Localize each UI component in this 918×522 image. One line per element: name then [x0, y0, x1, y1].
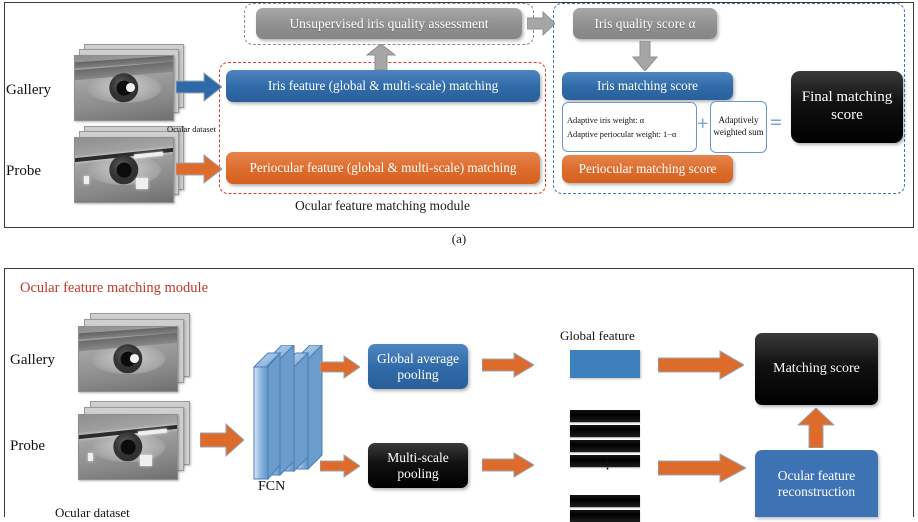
adaptively-weighted-sum-box: Adaptively weighted sum: [710, 101, 767, 153]
final-matching-score-box[interactable]: Final matching score: [791, 71, 903, 143]
global-average-pooling-box[interactable]: Global average pooling: [368, 344, 468, 389]
gallery-label-b: Gallery: [10, 352, 55, 368]
arrow-reconstruction-to-matching: [797, 408, 835, 448]
probe-eye-image-b: [78, 414, 178, 480]
multiscale-feature-stripe: [570, 410, 640, 422]
multiscale-feature-stripe: [570, 495, 640, 507]
global-feature-label: Global feature: [560, 328, 635, 343]
equals-icon: =: [770, 110, 782, 134]
multi-scale-pooling-box[interactable]: Multi-scale pooling: [368, 443, 468, 488]
arrow-dataset-to-fcn: [200, 423, 244, 457]
ocular-dataset-label-b: Ocular dataset: [55, 505, 130, 520]
arrow-global-feature-to-matching: [658, 350, 744, 380]
gallery-eye-image-b: [78, 326, 178, 392]
multiscale-feature-stripe: [570, 440, 640, 452]
arrow-gallery-to-iris: [176, 72, 222, 102]
global-feature-vector: [570, 350, 640, 378]
iris-quality-score-box[interactable]: Iris quality score α: [573, 8, 717, 39]
arrow-probe-to-periocular: [176, 154, 222, 184]
iris-matching-score-box[interactable]: Iris matching score: [562, 72, 733, 100]
arrow-fcn-to-multiscale-pooling: [320, 454, 360, 478]
pupil-shape: [120, 439, 136, 455]
arrow-score-to-iris-matching: [632, 41, 658, 71]
arrow-features-to-reconstruction: [658, 453, 746, 483]
specular-patch: [87, 453, 93, 462]
gallery-eye-image: [74, 55, 174, 121]
probe-label-b: Probe: [10, 438, 45, 454]
periocular-matching-score-box[interactable]: Periocular matching score: [562, 155, 733, 183]
specular-patch: [83, 176, 89, 185]
unsupervised-iris-quality-assessment-box[interactable]: Unsupervised iris quality assessment: [256, 8, 522, 39]
adaptive-iris-weight-text: Adaptive iris weight: α: [567, 115, 645, 125]
arrow-multiscale-pooling-to-features: [482, 452, 534, 478]
adaptive-weights-box: Adaptive iris weight: α Adaptive periocu…: [562, 102, 697, 152]
specular-patch: [135, 177, 149, 189]
specular-patch: [139, 454, 153, 466]
specular-glint: [129, 353, 139, 363]
pupil-shape: [116, 162, 132, 178]
adaptive-periocular-weight-text: Adaptive periocular weight: 1−α: [567, 129, 677, 139]
arrow-fcn-to-global-pooling: [320, 355, 360, 379]
ocular-dataset-label-a: Ocular dataset: [167, 124, 216, 134]
ocular-feature-reconstruction-box[interactable]: Ocular feature reconstruction: [755, 450, 878, 517]
gallery-image-stack: [74, 44, 184, 121]
fcn-label: FCN: [258, 479, 286, 494]
arrow-matching-to-assessment: [366, 44, 396, 70]
ocular-feature-matching-module-label-b: Ocular feature matching module: [20, 280, 209, 296]
plus-icon: +: [697, 113, 709, 135]
probe-image-stack: [74, 126, 184, 203]
specular-glint: [125, 82, 135, 92]
gallery-image-stack-b: [78, 313, 190, 392]
figure-caption-a: (a): [451, 231, 467, 246]
iris-feature-matching-box[interactable]: Iris feature (global & multi-scale) matc…: [226, 70, 540, 102]
ocular-feature-matching-module-label-a: Ocular feature matching module: [294, 198, 471, 213]
probe-eye-image: [74, 137, 174, 203]
gallery-label-a: Gallery: [6, 82, 51, 98]
periocular-feature-matching-box[interactable]: Periocular feature (global & multi-scale…: [226, 152, 540, 184]
final-matching-score-label: Final matching score: [801, 89, 893, 123]
arrow-assessment-to-score: [527, 11, 555, 36]
multiscale-feature-stripe: [570, 425, 640, 437]
matching-score-box[interactable]: Matching score: [755, 333, 878, 405]
probe-image-stack-b: [78, 401, 190, 480]
vertical-ellipsis-icon: ⋮: [600, 456, 615, 472]
arrow-global-pooling-to-feature: [482, 352, 534, 378]
probe-label-a: Probe: [6, 163, 41, 179]
multiscale-feature-stripe: [570, 510, 640, 522]
